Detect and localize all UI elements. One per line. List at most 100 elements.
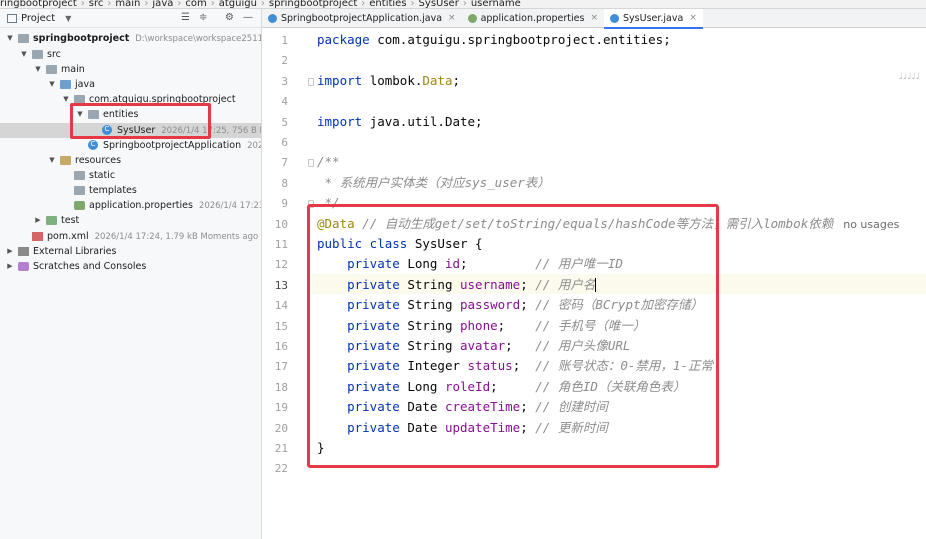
code-token: avatar xyxy=(460,338,506,353)
code-line: */ xyxy=(317,193,340,213)
code-token: password xyxy=(460,297,521,313)
code-line: private Date createTime; // 创建时间 xyxy=(317,397,608,417)
chevron-down-icon[interactable]: ▼ xyxy=(5,31,15,46)
breadcrumb-item[interactable]: atguigu xyxy=(219,0,257,8)
tree-item-entities[interactable]: ▼ entities xyxy=(0,107,261,122)
breadcrumb-separator: › xyxy=(80,0,85,9)
tree-item-static[interactable]: static xyxy=(0,168,261,183)
code-line: } xyxy=(317,438,325,458)
test-folder-icon xyxy=(46,216,57,225)
code-token: private xyxy=(317,317,408,333)
line-number: 22 xyxy=(274,462,288,476)
code-token: id xyxy=(444,256,461,272)
tree-item-sysuser[interactable]: C SysUser 2026/1/4 17:25, 756 B Mo xyxy=(0,123,261,138)
collapse-all-icon[interactable]: ≑ xyxy=(199,12,207,23)
breadcrumb-item[interactable]: username xyxy=(471,0,521,8)
breadcrumb-item[interactable]: entities xyxy=(369,0,406,8)
gear-icon[interactable]: ⚙ xyxy=(225,12,234,23)
tree-item-springbootprojectapplication[interactable]: C SpringbootprojectApplication 2026/1 xyxy=(0,138,261,153)
code-token: // 更新时间 xyxy=(535,419,608,435)
chevron-down-icon[interactable]: ▼ xyxy=(47,77,57,92)
breadcrumb-item[interactable]: springbootproject xyxy=(269,0,357,8)
chevron-down-icon[interactable]: ▼ xyxy=(33,62,43,77)
properties-icon xyxy=(74,201,85,210)
code-line: private String username; // 用户名 xyxy=(317,275,597,295)
code-token: private xyxy=(317,419,408,435)
fold-marker-icon[interactable] xyxy=(308,200,314,209)
code-token: ; xyxy=(520,399,536,415)
code-token: private xyxy=(317,399,408,415)
tree-item-label: com.atguigu.springbootproject xyxy=(89,94,236,105)
code-token: Integer xyxy=(407,358,468,374)
hide-panel-icon[interactable]: — xyxy=(243,12,253,23)
maven-icon xyxy=(32,232,43,241)
close-icon[interactable]: × xyxy=(448,13,456,23)
chevron-right-icon[interactable]: ▶ xyxy=(5,244,15,259)
chevron-right-icon[interactable]: ▶ xyxy=(33,213,43,228)
breadcrumb-item[interactable]: src xyxy=(89,0,104,8)
code-token: // 用户名 xyxy=(535,276,596,292)
expand-all-icon[interactable]: ☰ xyxy=(181,12,190,23)
line-number: 6 xyxy=(281,136,288,149)
line-gutter: 1 2 3 4 5 6 7 8 9 10 11 12 13 14 15 16 17 18 19 20 21 22 xyxy=(262,28,314,539)
breadcrumb-item[interactable]: ringbootproject xyxy=(0,0,77,8)
tree-item-com-atguigu-springbootproject[interactable]: ▼ com.atguigu.springbootproject xyxy=(0,92,261,107)
line-number: 10 xyxy=(274,217,288,231)
tree-item-pom-xml[interactable]: pom.xml 2026/1/4 17:24, 1.79 kB Moments a… xyxy=(0,229,261,244)
code-token: // 用户头像URL xyxy=(535,338,631,353)
properties-icon xyxy=(467,13,477,23)
chevron-down-icon[interactable]: ▼ xyxy=(47,153,57,168)
code-token: String xyxy=(407,297,460,313)
tree-item-resources[interactable]: ▼ resources xyxy=(0,153,261,168)
code-token: String xyxy=(407,317,460,333)
tree-item-templates[interactable]: templates xyxy=(0,183,261,198)
folder-icon xyxy=(18,34,29,43)
breadcrumb-item[interactable]: java xyxy=(152,0,173,8)
chevron-down-icon[interactable]: ▼ xyxy=(75,107,85,122)
tab-application-properties[interactable]: application.properties × xyxy=(462,9,604,27)
usage-hint[interactable]: no usages xyxy=(843,218,899,231)
tree-item-scratches-and-consoles[interactable]: ▶ Scratches and Consoles xyxy=(0,259,261,274)
chevron-down-icon[interactable]: ▼ xyxy=(61,92,71,107)
tab-sysuser-java[interactable]: SysUser.java × xyxy=(604,9,703,29)
breadcrumb-item[interactable]: com xyxy=(185,0,206,8)
tree-item-test[interactable]: ▶ test xyxy=(0,213,261,228)
chevron-right-icon[interactable]: ▶ xyxy=(5,259,15,274)
tree-item-springbootproject[interactable]: ▼ springbootproject D:\workspace\workspace… xyxy=(0,31,261,46)
code-token: // 密码（BCrypt加密存储） xyxy=(535,297,704,313)
breadcrumb-item[interactable]: main xyxy=(115,0,140,8)
line-number: 4 xyxy=(281,95,288,109)
tree-item-src[interactable]: ▼ src xyxy=(0,47,261,62)
code-token: ; xyxy=(512,358,536,374)
project-panel-title[interactable]: Project xyxy=(21,13,55,24)
code-line: /** xyxy=(317,152,340,172)
close-icon[interactable]: × xyxy=(590,13,598,23)
code-token: ; xyxy=(505,338,536,353)
tree-item-external-libraries[interactable]: ▶ External Libraries xyxy=(0,244,261,259)
code-token: * 系统用户实体类（对应sys_user表） xyxy=(317,174,550,190)
java-class-icon xyxy=(610,13,620,23)
line-number: 2 xyxy=(281,54,288,68)
scratches-icon xyxy=(18,262,29,271)
tree-item-application-properties[interactable]: application.properties 2026/1/4 17:23, 42… xyxy=(0,198,261,213)
line-number: 11 xyxy=(274,238,288,251)
tree-item-java[interactable]: ▼ java xyxy=(0,77,261,92)
chevron-down-icon[interactable]: ▼ xyxy=(19,47,29,62)
breadcrumb-separator: › xyxy=(260,0,265,9)
code-token: package xyxy=(317,32,378,47)
fold-marker-icon[interactable] xyxy=(308,77,314,86)
code-token: // 手机号（唯一） xyxy=(535,317,646,333)
tree-item-label: application.properties xyxy=(89,200,193,211)
fold-marker-icon[interactable] xyxy=(308,159,314,168)
code-token: private xyxy=(317,256,408,272)
close-icon[interactable]: × xyxy=(689,13,697,23)
tree-item-label: SpringbootprojectApplication xyxy=(103,140,242,151)
tab-springbootprojectapplication-java[interactable]: SpringbootprojectApplication.java × xyxy=(262,9,462,27)
chevron-down-icon[interactable]: ▼ xyxy=(65,14,71,23)
code-token: private xyxy=(317,358,408,374)
breadcrumb-item[interactable]: SysUser xyxy=(419,0,459,8)
code-line: private String password; // 密码（BCrypt加密存… xyxy=(317,295,703,315)
tree-item-main[interactable]: ▼ main xyxy=(0,62,261,77)
code-editor[interactable]: package com.atguigu.springbootproject.en… xyxy=(317,28,926,539)
project-panel: Project ▼ ☰ ≑ ⚙ — ▼ springbootproject D:\w… xyxy=(0,9,262,539)
